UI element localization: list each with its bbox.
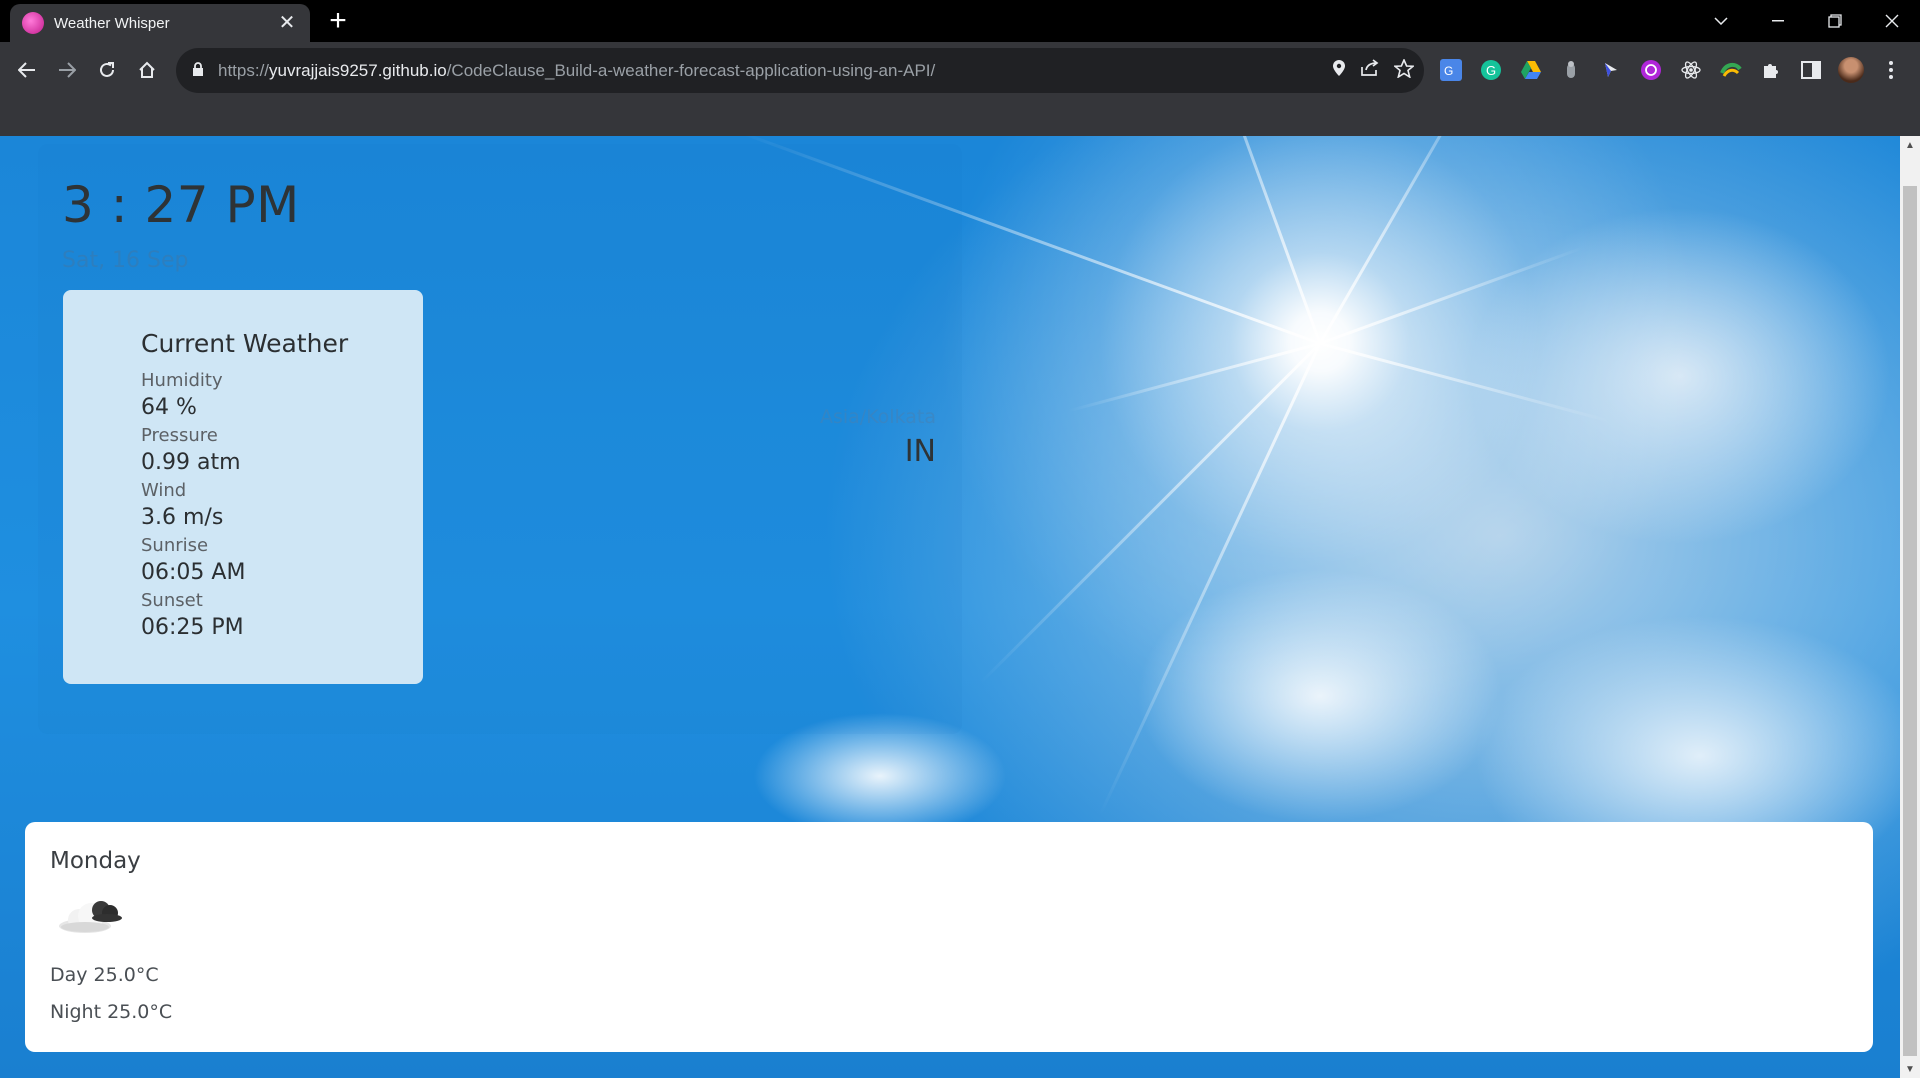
browser-menu-icon[interactable] (1876, 55, 1906, 85)
bookmark-star-icon[interactable] (1392, 57, 1416, 83)
humidity-value: 64 % (141, 395, 197, 420)
forecast-night-temp: Night 25.0°C (50, 1001, 173, 1023)
location-pin-icon[interactable] (1332, 59, 1346, 82)
current-weather-title: Current Weather (141, 329, 349, 358)
sun-ray (1098, 342, 1322, 816)
svg-text:G: G (1444, 64, 1453, 78)
sunset-label: Sunset (141, 590, 203, 611)
forward-arrow-icon[interactable] (50, 53, 84, 87)
scroll-up-arrow-icon[interactable]: ▲ (1900, 136, 1920, 154)
pressure-label: Pressure (141, 425, 218, 446)
purple-extension-icon[interactable] (1636, 55, 1666, 85)
tab-search-icon[interactable] (1692, 0, 1749, 42)
tab-title: Weather Whisper (54, 14, 170, 32)
react-devtools-icon[interactable] (1676, 55, 1706, 85)
forecast-card: Monday Day 25.0°C Night 25.0°C (25, 822, 1873, 1052)
sun-ray (1318, 136, 1502, 345)
google-drive-icon[interactable] (1516, 55, 1546, 85)
minimize-icon[interactable] (1749, 0, 1806, 42)
country-code: IN (904, 434, 936, 469)
extensions-puzzle-icon[interactable] (1756, 55, 1786, 85)
scroll-down-arrow-icon[interactable]: ▼ (1900, 1060, 1920, 1078)
current-date: Sat, 16 Sep (62, 248, 189, 273)
new-tab-button[interactable]: + (322, 6, 354, 38)
google-translate-icon[interactable]: G (1436, 55, 1466, 85)
wind-label: Wind (141, 480, 187, 501)
extension-gray-icon[interactable] (1556, 55, 1586, 85)
timezone-label: Asia/Kolkata (819, 406, 936, 428)
back-arrow-icon[interactable] (10, 53, 44, 87)
sun-ray (1174, 136, 1322, 345)
sun-ray (1319, 342, 1611, 423)
current-weather-list: Humidity 64 % Pressure 0.99 atm Wind 3.6… (141, 368, 401, 643)
sun-ray (979, 342, 1322, 684)
forecast-day-temp: Day 25.0°C (50, 964, 159, 986)
current-weather-card: Current Weather Humidity 64 % Pressure 0… (63, 290, 423, 684)
reload-icon[interactable] (90, 53, 124, 87)
url-text: https://yuvrajjais9257.github.io/CodeCla… (218, 61, 936, 80)
sunrise-label: Sunrise (141, 535, 209, 556)
side-panel-icon[interactable] (1796, 55, 1826, 85)
site-favicon-icon (22, 12, 44, 34)
wind-value: 3.6 m/s (141, 505, 224, 530)
tab-close-icon[interactable]: ✕ (276, 12, 298, 34)
forecast-day: Monday (50, 848, 141, 874)
restore-icon[interactable] (1806, 0, 1863, 42)
window-controls (1692, 0, 1920, 42)
tab-strip: Weather Whisper ✕ + (0, 0, 1920, 42)
close-window-icon[interactable] (1863, 0, 1920, 42)
browser-toolbar: https://yuvrajjais9257.github.io/CodeCla… (0, 42, 1920, 136)
sun-ray (1319, 246, 1584, 345)
sunrise-value: 06:05 AM (141, 560, 246, 585)
home-icon[interactable] (130, 53, 164, 87)
address-bar[interactable]: https://yuvrajjais9257.github.io/CodeCla… (176, 48, 1424, 93)
current-time: 3 : 27 PM (62, 176, 300, 234)
cursor-extension-icon[interactable] (1596, 55, 1626, 85)
page-scrollbar[interactable]: ▲ ▼ (1900, 136, 1920, 1078)
lock-icon[interactable] (192, 62, 204, 82)
grammarly-icon[interactable]: G (1476, 55, 1506, 85)
sunset-value: 06:25 PM (141, 615, 244, 640)
humidity-label: Humidity (141, 370, 223, 391)
cloud-icon (55, 892, 125, 936)
page-viewport: 3 : 27 PM Sat, 16 Sep Current Weather Hu… (0, 136, 1900, 1078)
share-icon[interactable] (1360, 59, 1380, 82)
pressure-value: 0.99 atm (141, 450, 241, 475)
tab-weather-whisper[interactable]: Weather Whisper ✕ (10, 4, 310, 42)
profile-avatar[interactable] (1836, 55, 1866, 85)
svg-text:G: G (1486, 63, 1496, 78)
color-extension-icon[interactable] (1716, 55, 1746, 85)
scrollbar-thumb[interactable] (1903, 186, 1917, 1056)
